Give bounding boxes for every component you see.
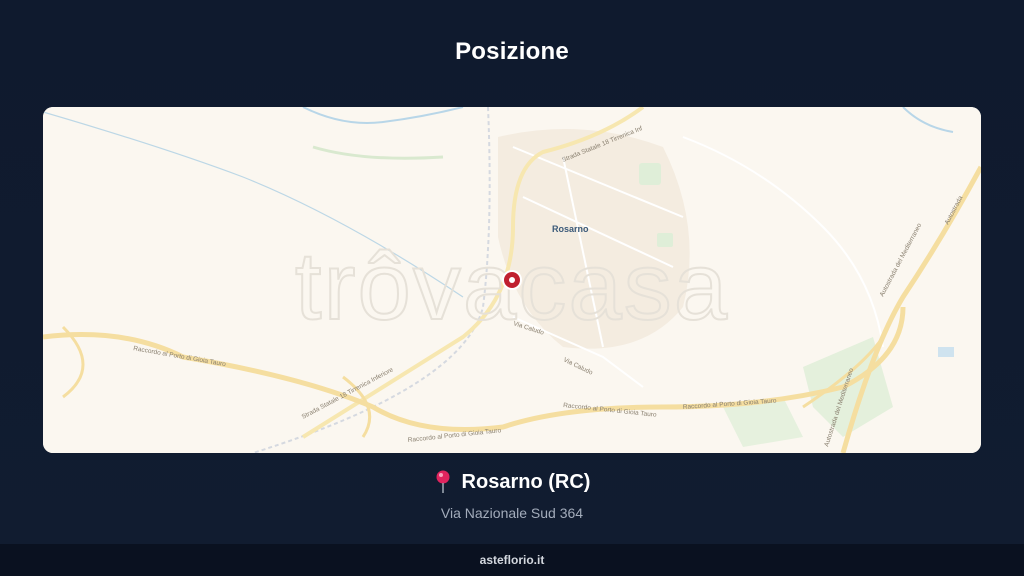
park-area <box>639 163 661 185</box>
location-city: Rosarno (RC) <box>461 470 591 493</box>
page-title: Posizione <box>455 38 569 65</box>
location-address: Via Nazionale Sud 364 <box>440 505 584 521</box>
location-marker-icon[interactable] <box>502 270 522 290</box>
map[interactable]: Rosarno Strada Statale 18 Tirrenica Inf … <box>43 107 981 453</box>
location-title: Rosarno (RC) <box>434 470 591 494</box>
location-info: Rosarno (RC) Via Nazionale Sud 364 <box>0 470 1024 521</box>
footer: asteflorio.it <box>0 544 1024 576</box>
footer-site[interactable]: asteflorio.it <box>480 553 545 567</box>
water-area <box>938 347 954 357</box>
page: Posizione Rosarno Strada Statale 18 Tirr… <box>0 0 1024 576</box>
round-pushpin-icon <box>434 470 452 494</box>
